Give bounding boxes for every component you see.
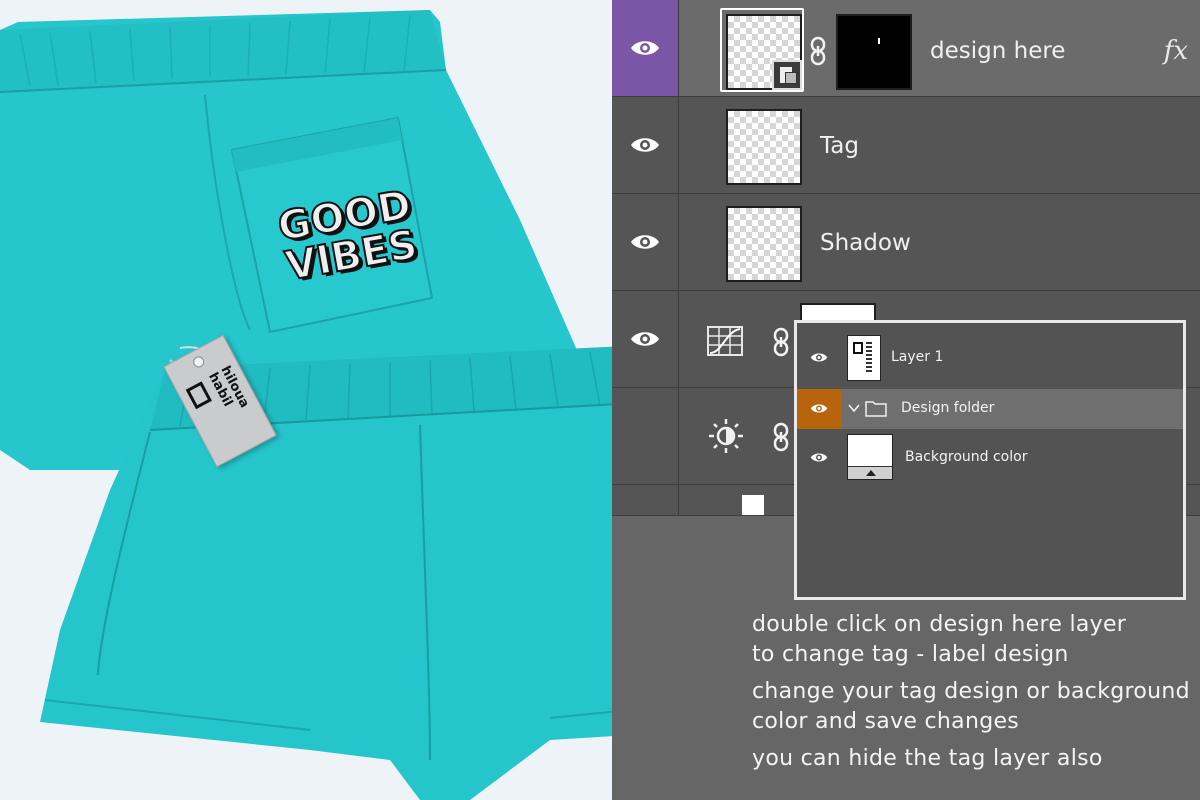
background-color-thumbnail[interactable] [847, 434, 893, 480]
visibility-toggle-curves[interactable] [612, 291, 679, 387]
visibility-toggle-shadow[interactable] [612, 194, 679, 290]
instruction-line-5: you can hide the tag layer also [752, 746, 1103, 771]
folder-icon [865, 401, 887, 417]
fx-icon[interactable]: fx [1164, 36, 1188, 66]
chevron-down-icon[interactable] [847, 402, 861, 414]
layer-name-design-here: design here [930, 38, 1066, 64]
eye-icon [631, 235, 659, 249]
layer-name-shadow: Shadow [820, 230, 911, 256]
selection-frame [720, 8, 804, 92]
tag-layer-thumbnail[interactable] [726, 109, 802, 185]
link-icon[interactable] [809, 36, 827, 66]
popup-row-background-color[interactable]: Background color [797, 431, 1183, 481]
eye-icon[interactable] [809, 351, 829, 364]
instruction-line-4: color and save changes [752, 709, 1020, 734]
layer-mask-thumbnail[interactable] [836, 14, 912, 90]
eye-icon [810, 404, 828, 413]
visibility-toggle-design-folder[interactable] [797, 389, 841, 429]
layer-row-shadow[interactable]: Shadow [612, 194, 1200, 291]
visibility-toggle-tag[interactable] [612, 97, 679, 193]
eye-icon [631, 138, 659, 152]
shadow-layer-thumbnail[interactable] [726, 206, 802, 282]
link-icon[interactable] [772, 422, 790, 452]
popup-layer-name-design-folder: Design folder [901, 400, 995, 416]
instruction-line-3: change your tag design or background [752, 679, 1190, 704]
layer-row-design-here[interactable]: design here fx [612, 0, 1200, 97]
tag-hole [191, 354, 207, 370]
layer-row-tag[interactable]: Tag [612, 97, 1200, 194]
visibility-toggle-design-here[interactable] [612, 0, 679, 96]
instruction-line-1: double click on design here layer [752, 612, 1127, 637]
popup-layer-name-background-color: Background color [905, 449, 1028, 465]
eye-icon [631, 41, 659, 55]
popup-row-layer-1[interactable]: Layer 1 [797, 333, 1183, 381]
visibility-toggle-brightness[interactable] [612, 388, 679, 484]
smart-object-layers-window: Layer 1 Design folder Background color [794, 320, 1186, 600]
instruction-line-2: to change tag - label design [752, 642, 1069, 667]
layer-1-thumbnail[interactable] [847, 335, 881, 381]
eye-icon [631, 332, 659, 346]
tag-logo-mark [185, 381, 212, 410]
brightness-adjustment-icon [709, 419, 743, 453]
layer-name-tag: Tag [820, 133, 859, 159]
link-icon[interactable] [772, 327, 790, 357]
popup-layer-name-layer-1: Layer 1 [891, 349, 944, 365]
eye-icon[interactable] [809, 451, 829, 464]
curves-adjustment-icon [707, 326, 743, 356]
popup-row-design-folder[interactable]: Design folder [797, 389, 1183, 429]
mockup-canvas: GOOD VIBES GOOD VIBES [0, 0, 1200, 800]
